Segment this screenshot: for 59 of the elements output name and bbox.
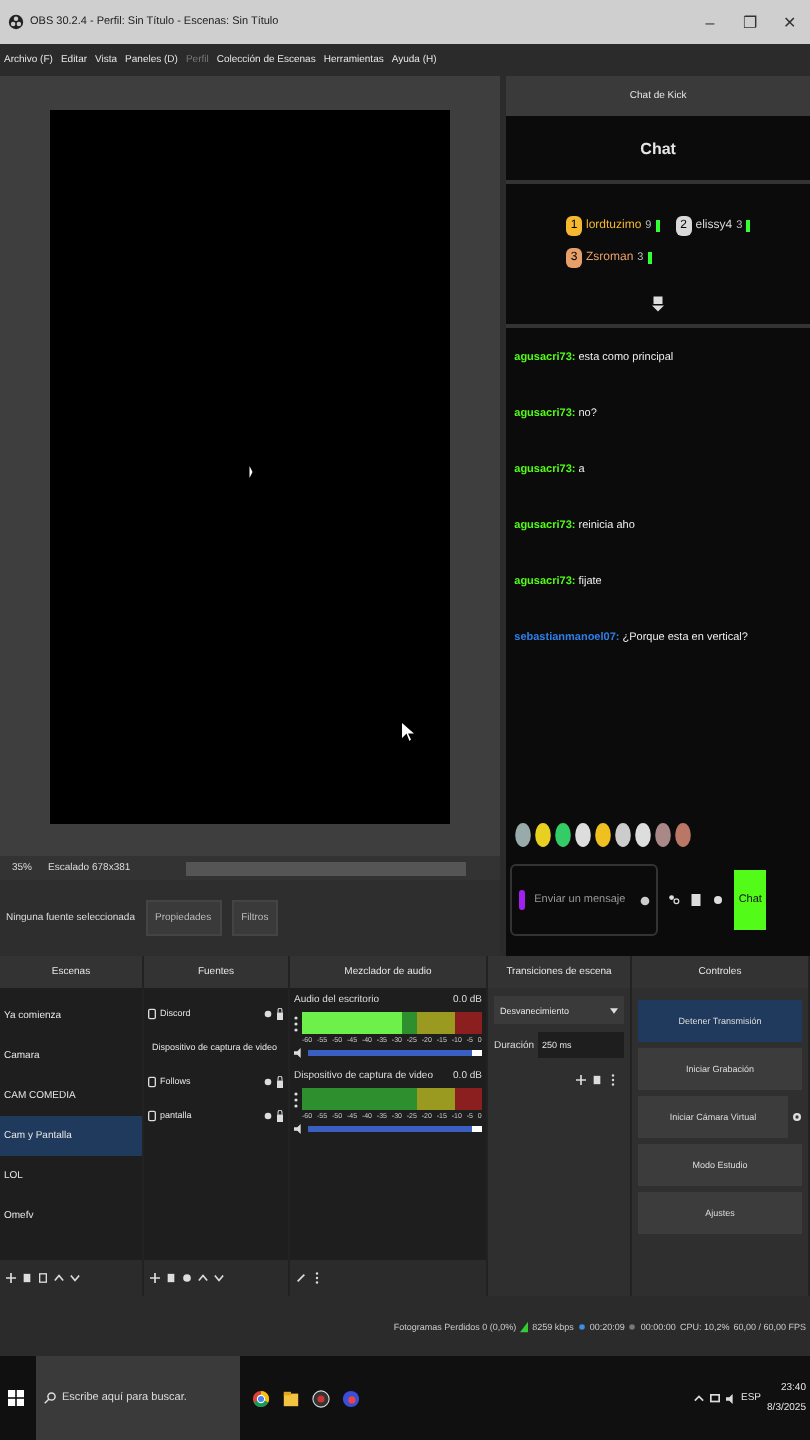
emote-icon[interactable] <box>594 822 613 848</box>
emote-icon[interactable] <box>574 822 593 848</box>
add-icon[interactable] <box>6 1272 16 1284</box>
down-icon[interactable] <box>214 1272 224 1284</box>
down-icon[interactable] <box>70 1272 80 1284</box>
emote-icon[interactable] <box>534 822 553 848</box>
eye-icon[interactable] <box>264 1007 272 1019</box>
pin-icon[interactable] <box>652 296 665 312</box>
more-icon[interactable] <box>608 1074 618 1086</box>
add-icon[interactable] <box>576 1074 586 1086</box>
live-icon <box>577 1319 586 1333</box>
app-icon <box>8 14 24 30</box>
volume-slider[interactable] <box>308 1126 482 1132</box>
more-icon[interactable] <box>312 1272 322 1284</box>
volume-slider[interactable] <box>308 1050 482 1056</box>
lock-icon[interactable] <box>276 1007 284 1019</box>
start-icon[interactable] <box>8 1390 24 1406</box>
caret-icon <box>610 1007 618 1013</box>
source-icon <box>148 1109 156 1121</box>
emote-icon[interactable] <box>634 822 653 848</box>
tray-icon[interactable] <box>693 1393 704 1403</box>
trash-icon[interactable] <box>166 1272 176 1284</box>
trash-icon[interactable] <box>22 1272 32 1284</box>
emote-icon[interactable] <box>554 822 573 848</box>
cursor-icon <box>402 722 414 742</box>
network-icon[interactable] <box>709 1393 720 1403</box>
browser-icon[interactable] <box>252 1387 270 1409</box>
up-icon[interactable] <box>198 1272 208 1284</box>
emoji-icon[interactable] <box>640 895 651 905</box>
search-icon <box>44 1392 56 1404</box>
add-icon[interactable] <box>150 1272 160 1284</box>
source-icon <box>148 1007 156 1019</box>
filter-icon[interactable] <box>38 1272 48 1284</box>
signal-icon <box>520 1319 529 1333</box>
lock-icon[interactable] <box>276 1075 284 1087</box>
folder-icon[interactable] <box>282 1387 300 1409</box>
mic-icon <box>518 890 527 910</box>
lock-icon[interactable] <box>276 1109 284 1121</box>
emote-icon[interactable] <box>614 822 633 848</box>
volume-icon[interactable] <box>725 1393 736 1403</box>
window-control[interactable]: ❐ <box>730 13 770 31</box>
users-icon[interactable] <box>668 892 681 908</box>
eye-icon[interactable] <box>264 1109 272 1121</box>
horizontal-scrollbar[interactable] <box>186 861 467 875</box>
eye-icon[interactable] <box>264 1075 272 1087</box>
source-icon <box>148 1075 156 1087</box>
window-control[interactable]: – <box>690 13 730 31</box>
up-icon[interactable] <box>54 1272 64 1284</box>
record-icon <box>628 1319 637 1333</box>
gift-icon[interactable] <box>690 892 703 908</box>
speaker-icon[interactable] <box>294 1124 304 1134</box>
cursor-icon <box>248 466 254 478</box>
app-icon[interactable] <box>312 1387 330 1409</box>
emote-icon[interactable] <box>514 822 533 848</box>
chat-heading: Chat <box>506 116 810 184</box>
speaker-icon[interactable] <box>294 1048 304 1058</box>
window-control[interactable]: ✕ <box>770 13 810 31</box>
emote-icon[interactable] <box>654 822 673 848</box>
trash-icon[interactable] <box>592 1074 602 1086</box>
